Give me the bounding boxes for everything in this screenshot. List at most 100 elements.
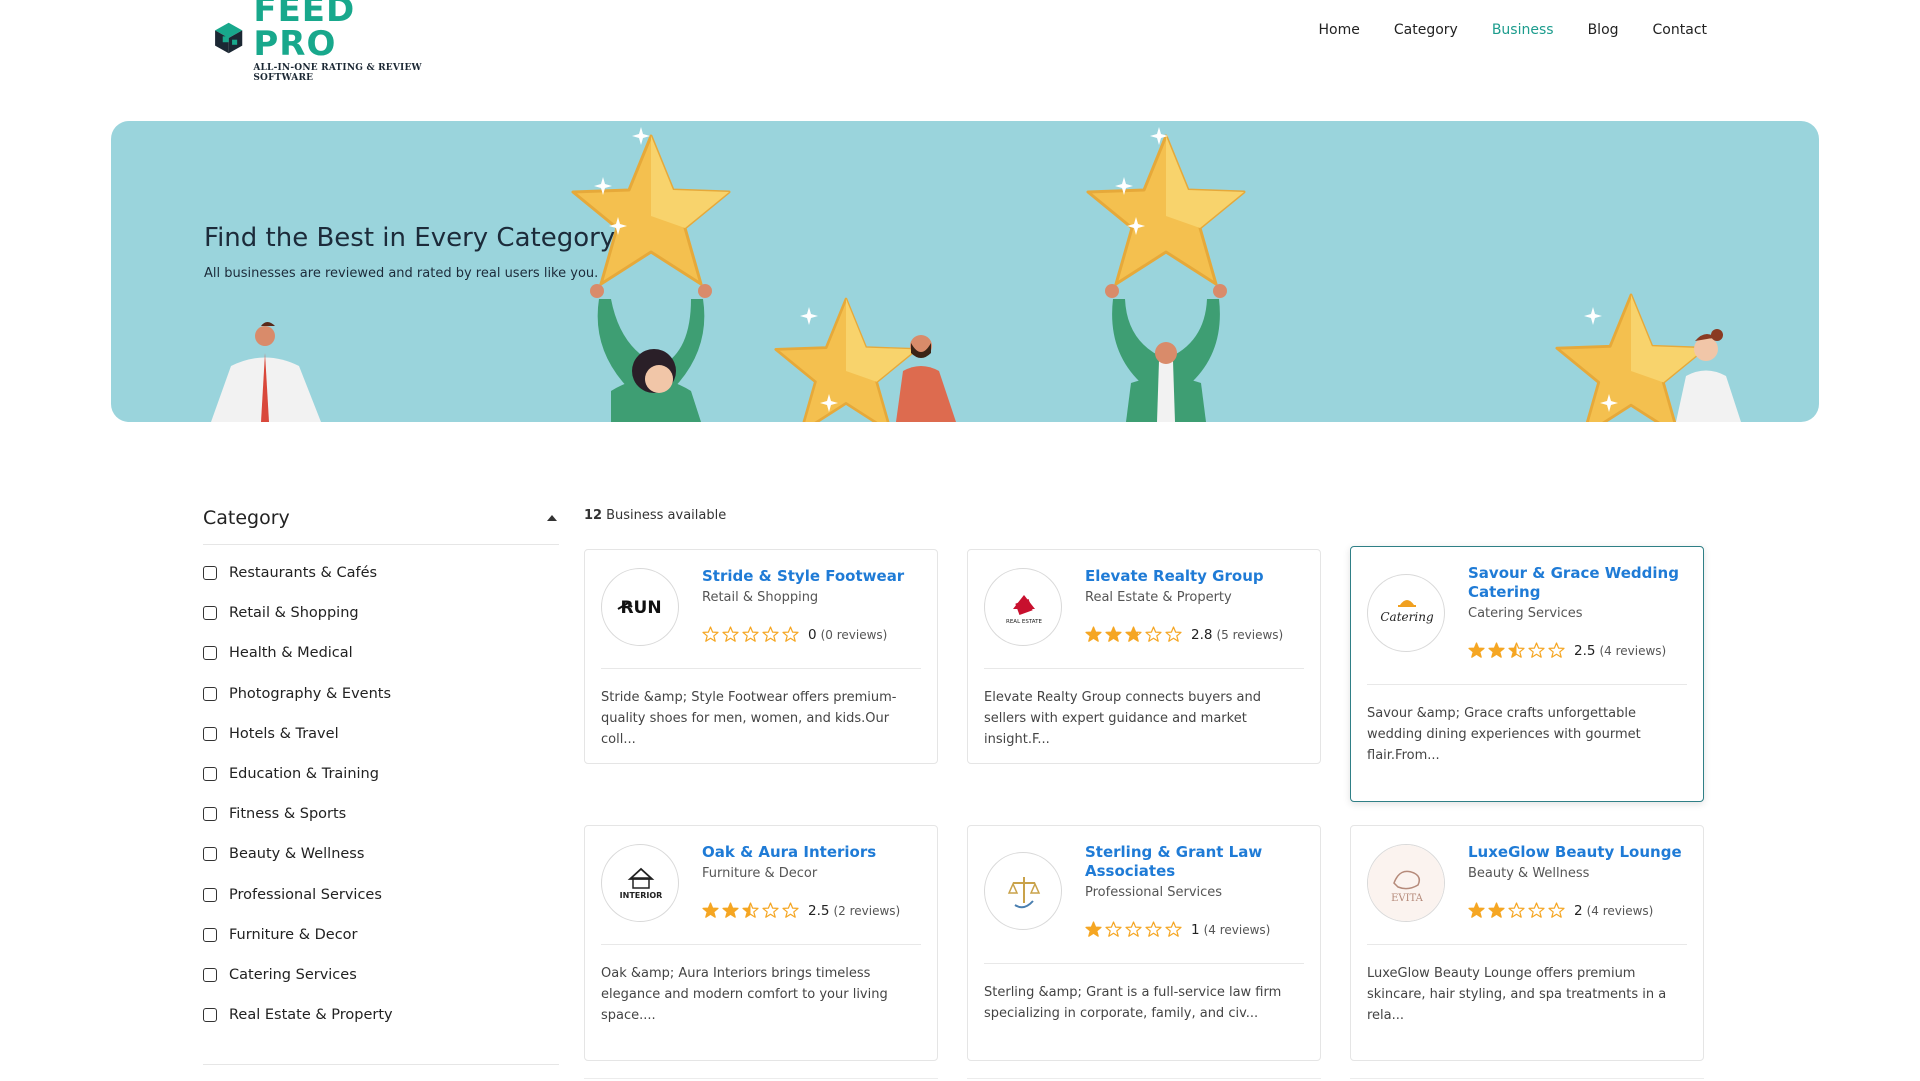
person-left-illustration [211, 322, 321, 422]
review-count[interactable]: (0 reviews) [821, 628, 888, 642]
man-with-star-illustration [774, 297, 956, 422]
collapse-caret-icon[interactable] [547, 515, 557, 521]
rating-stars [1468, 642, 1568, 659]
business-category: Beauty & Wellness [1468, 866, 1590, 881]
nav-contact[interactable]: Contact [1653, 22, 1707, 38]
category-option[interactable]: Photography & Events [203, 674, 559, 714]
rating-value: 1 [1191, 921, 1200, 938]
hero-subtitle: All businesses are reviewed and rated by… [204, 266, 599, 281]
checkbox[interactable] [203, 767, 217, 782]
feedpro-logo[interactable]: FEED PRO ALL-IN-ONE RATING & REVIEW SOFT… [210, 0, 450, 83]
category-option[interactable]: Education & Training [203, 754, 559, 794]
category-option[interactable]: Professional Services [203, 875, 559, 915]
card-divider [1367, 684, 1687, 685]
business-rating: 2 (4 reviews) [1468, 902, 1653, 919]
star-full-icon [702, 902, 719, 918]
business-card[interactable]: RUN Stride & Style Footwear Retail & Sho… [584, 549, 938, 764]
category-label: Education & Training [229, 766, 379, 783]
rating-stars [1085, 626, 1185, 643]
business-name[interactable]: LuxeGlow Beauty Lounge [1468, 843, 1687, 862]
category-label: Fitness & Sports [229, 806, 347, 823]
review-count[interactable]: (4 reviews) [1599, 644, 1666, 658]
checkbox[interactable] [203, 686, 217, 701]
category-option[interactable]: Health & Medical [203, 633, 559, 673]
checkbox[interactable] [203, 807, 217, 822]
hero-banner: Find the Best in Every Category All busi… [111, 121, 1819, 422]
checkbox[interactable] [203, 726, 217, 741]
rating-value: 2.5 [1574, 642, 1596, 659]
checkbox[interactable] [203, 847, 217, 862]
business-card[interactable]: EVITA LuxeGlow Beauty Lounge Beauty & We… [1350, 825, 1704, 1061]
category-option[interactable]: Beauty & Wellness [203, 834, 559, 874]
category-label: Catering Services [229, 966, 357, 983]
category-option[interactable]: Real Estate & Property [203, 995, 559, 1035]
category-label: Furniture & Decor [229, 926, 358, 943]
star-empty-icon [762, 902, 779, 918]
checkbox[interactable] [203, 967, 217, 982]
category-filter-header[interactable]: Category [203, 500, 559, 545]
business-description: Savour &amp; Grace crafts unforgettable … [1367, 706, 1641, 763]
business-logo: REAL ESTATE [984, 568, 1062, 646]
category-label: Professional Services [229, 886, 382, 903]
star-empty-icon [1528, 642, 1545, 658]
review-count[interactable]: (2 reviews) [833, 904, 900, 918]
business-category: Real Estate & Property [1085, 590, 1232, 605]
rating-value: 2 [1574, 902, 1583, 919]
logo-text: Catering [1380, 610, 1434, 624]
business-description: Stride &amp; Style Footwear offers premi… [601, 690, 897, 747]
category-option[interactable]: Hotels & Travel [203, 714, 559, 754]
business-card[interactable]: INTERIOR Oak & Aura Interiors Furniture … [584, 825, 938, 1061]
category-filter-sidebar: Category Restaurants & Cafés Retail & Sh… [203, 500, 559, 1035]
business-rating: 2.5 (2 reviews) [702, 902, 900, 919]
nav-home[interactable]: Home [1319, 22, 1360, 38]
star-full-icon [722, 902, 739, 918]
site-header: FEED PRO ALL-IN-ONE RATING & REVIEW SOFT… [0, 0, 1920, 83]
review-count[interactable]: (5 reviews) [1216, 628, 1283, 642]
rating-stars [1468, 902, 1568, 919]
nav-category[interactable]: Category [1394, 22, 1458, 38]
category-option[interactable]: Catering Services [203, 955, 559, 995]
star-full-icon [1468, 642, 1485, 658]
review-count[interactable]: (4 reviews) [1587, 904, 1654, 918]
business-card[interactable]: REAL ESTATE Elevate Realty Group Real Es… [967, 549, 1321, 764]
business-name[interactable]: Elevate Realty Group [1085, 567, 1304, 586]
category-option[interactable]: Retail & Shopping [203, 593, 559, 633]
business-card-active[interactable]: Catering Savour & Grace Wedding Catering… [1350, 546, 1704, 802]
business-card[interactable]: Sterling & Grant Law Associates Professi… [967, 825, 1321, 1061]
nav-blog[interactable]: Blog [1588, 22, 1619, 38]
business-rating: 1 (4 reviews) [1085, 921, 1270, 938]
checkbox[interactable] [203, 887, 217, 902]
checkbox[interactable] [203, 566, 217, 581]
review-count[interactable]: (4 reviews) [1204, 923, 1271, 937]
checkbox[interactable] [203, 646, 217, 661]
rating-stars [702, 902, 802, 919]
card-divider [984, 668, 1304, 669]
star-half-icon [1508, 642, 1525, 658]
logo-title: FEED PRO [253, 0, 356, 64]
main-nav: Home Category Business Blog Contact [1319, 22, 1707, 38]
checkbox[interactable] [203, 1008, 217, 1023]
category-option[interactable]: Furniture & Decor [203, 915, 559, 955]
nav-business[interactable]: Business [1492, 22, 1554, 38]
star-half-icon [1125, 626, 1142, 642]
category-label: Real Estate & Property [229, 1007, 393, 1024]
star-empty-icon [722, 626, 739, 642]
card-divider [601, 944, 921, 945]
business-name[interactable]: Oak & Aura Interiors [702, 843, 921, 862]
business-count: 12 Business available [584, 508, 726, 523]
business-name[interactable]: Savour & Grace Wedding Catering [1468, 564, 1687, 602]
star-empty-icon [742, 626, 759, 642]
category-option[interactable]: Restaurants & Cafés [203, 553, 559, 593]
business-name[interactable]: Stride & Style Footwear [702, 567, 921, 586]
star-empty-icon [1165, 626, 1182, 642]
star-empty-icon [1528, 902, 1545, 918]
hero-title: Find the Best in Every Category [204, 223, 616, 253]
checkbox[interactable] [203, 927, 217, 942]
rating-value: 2.5 [808, 902, 830, 919]
business-name[interactable]: Sterling & Grant Law Associates [1085, 843, 1304, 881]
category-option[interactable]: Fitness & Sports [203, 794, 559, 834]
star-empty-icon [782, 902, 799, 918]
category-label: Health & Medical [229, 645, 353, 662]
category-label: Beauty & Wellness [229, 846, 365, 863]
checkbox[interactable] [203, 606, 217, 621]
